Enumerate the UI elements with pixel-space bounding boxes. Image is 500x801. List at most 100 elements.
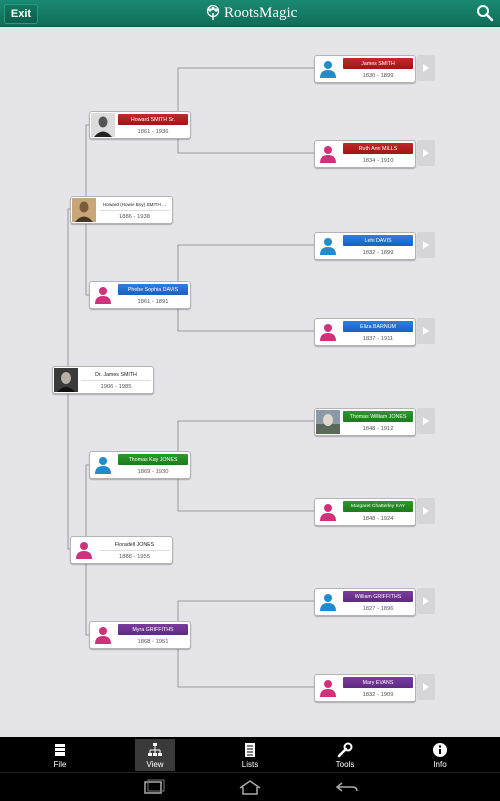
app-header: Exit RootsMagic bbox=[0, 0, 500, 27]
person-card-maternal-grandfather[interactable]: Thomas Kay JONES 1869 - 1930 bbox=[89, 451, 191, 479]
person-card-great-grandparent[interactable]: Lehi DAVIS 1832 - 1899 bbox=[314, 232, 416, 260]
person-card-great-grandparent[interactable]: William GRIFFITHS 1827 - 1896 bbox=[314, 588, 416, 616]
person-dates: 1869 - 1930 bbox=[137, 468, 169, 475]
person-name: Thomas Kay JONES bbox=[118, 454, 188, 465]
info-icon bbox=[433, 743, 447, 757]
person-card-mother[interactable]: Floradell JONES 1888 - 1955 bbox=[70, 536, 173, 564]
system-nav-bar bbox=[0, 772, 500, 801]
expand-ancestors-button[interactable] bbox=[417, 408, 435, 434]
tab-info[interactable]: Info bbox=[420, 739, 460, 771]
home-icon[interactable] bbox=[237, 779, 263, 795]
person-card-paternal-grandfather[interactable]: Howard SMITH Sr. 1861 - 1936 bbox=[89, 111, 191, 139]
male-silhouette-icon bbox=[91, 453, 115, 477]
recent-apps-icon[interactable] bbox=[140, 779, 166, 795]
female-silhouette-icon bbox=[316, 142, 340, 166]
person-name: William GRIFFITHS bbox=[343, 591, 413, 602]
expand-ancestors-button[interactable] bbox=[417, 318, 435, 344]
person-card-maternal-grandmother[interactable]: Myra GRIFFITHS 1868 - 1951 bbox=[89, 621, 191, 649]
person-dates: 1848 - 1924 bbox=[362, 515, 394, 522]
chevron-right-icon bbox=[423, 597, 429, 605]
file-icon bbox=[55, 744, 65, 756]
person-photo bbox=[54, 368, 78, 392]
person-card-great-grandparent[interactable]: Thomas William JONES 1848 - 1912 bbox=[314, 408, 416, 436]
person-dates: 1886 - 1938 bbox=[119, 213, 150, 220]
person-dates: 1848 - 1912 bbox=[362, 425, 394, 432]
chevron-right-icon bbox=[423, 507, 429, 515]
bottom-tab-bar: File View Lists Tools Info bbox=[0, 737, 500, 772]
person-photo bbox=[91, 113, 115, 137]
person-name: Mary EVANS bbox=[343, 677, 413, 688]
person-dates: 1827 - 1896 bbox=[362, 605, 394, 612]
person-dates: 1830 - 1899 bbox=[362, 72, 394, 79]
expand-ancestors-button[interactable] bbox=[417, 140, 435, 166]
person-name: James SMITH bbox=[343, 58, 413, 69]
person-card-great-grandparent[interactable]: Mary EVANS 1832 - 1909 bbox=[314, 674, 416, 702]
chevron-right-icon bbox=[423, 327, 429, 335]
person-dates: 1832 - 1909 bbox=[362, 691, 394, 698]
person-dates: 1837 - 1911 bbox=[362, 335, 394, 342]
expand-ancestors-button[interactable] bbox=[417, 55, 435, 81]
female-silhouette-icon bbox=[316, 500, 340, 524]
tree-logo-icon bbox=[206, 5, 220, 20]
expand-ancestors-button[interactable] bbox=[417, 674, 435, 700]
person-name: Margaret Chatterley KAY bbox=[343, 501, 413, 512]
person-photo bbox=[316, 410, 340, 434]
male-silhouette-icon bbox=[316, 590, 340, 614]
person-card-paternal-grandmother[interactable]: Phebe Sophia DAVIS 1861 - 1891 bbox=[89, 281, 191, 309]
female-silhouette-icon bbox=[91, 623, 115, 647]
tab-label: Tools bbox=[335, 760, 355, 769]
person-name: Phebe Sophia DAVIS bbox=[118, 284, 188, 295]
person-dates: 1861 - 1936 bbox=[137, 128, 169, 135]
person-dates: 1832 - 1899 bbox=[362, 249, 394, 256]
tab-label: View bbox=[146, 760, 164, 769]
expand-ancestors-button[interactable] bbox=[417, 588, 435, 614]
tab-view[interactable]: View bbox=[135, 739, 175, 771]
tab-file[interactable]: File bbox=[40, 739, 80, 771]
app-logo: RootsMagic bbox=[205, 3, 297, 23]
female-silhouette-icon bbox=[72, 538, 96, 562]
person-name: Ruth Ann MILLS bbox=[343, 143, 413, 154]
person-card-root[interactable]: Dr. James SMITH 1906 - 1985 bbox=[52, 366, 154, 394]
person-dates: 1834 - 1910 bbox=[362, 157, 394, 164]
person-card-father[interactable]: Howard (Howie Boy) SMITH ... 1886 - 1938 bbox=[70, 196, 173, 224]
chevron-right-icon bbox=[423, 417, 429, 425]
tab-tools[interactable]: Tools bbox=[325, 739, 365, 771]
chevron-right-icon bbox=[423, 241, 429, 249]
pedigree-icon bbox=[148, 743, 162, 756]
person-card-great-grandparent[interactable]: James SMITH 1830 - 1899 bbox=[314, 55, 416, 83]
person-name: Floradell JONES bbox=[99, 539, 170, 551]
pedigree-chart: Dr. James SMITH 1906 - 1985 Howard (Howi… bbox=[0, 27, 500, 737]
person-dates: 1868 - 1951 bbox=[137, 638, 169, 645]
person-dates: 1906 - 1985 bbox=[100, 383, 132, 390]
person-card-great-grandparent[interactable]: Ruth Ann MILLS 1834 - 1910 bbox=[314, 140, 416, 168]
person-dates: 1861 - 1891 bbox=[137, 298, 169, 305]
person-card-great-grandparent[interactable]: Margaret Chatterley KAY 1848 - 1924 bbox=[314, 498, 416, 526]
back-icon[interactable] bbox=[334, 779, 360, 795]
chevron-right-icon bbox=[423, 64, 429, 72]
exit-button[interactable]: Exit bbox=[4, 4, 38, 24]
person-photo bbox=[72, 198, 96, 222]
person-name: Myra GRIFFITHS bbox=[118, 624, 188, 635]
chevron-right-icon bbox=[423, 683, 429, 691]
female-silhouette-icon bbox=[316, 676, 340, 700]
person-name: Dr. James SMITH bbox=[81, 369, 151, 381]
female-silhouette-icon bbox=[316, 320, 340, 344]
search-icon[interactable] bbox=[476, 4, 494, 22]
tab-label: File bbox=[53, 760, 67, 769]
expand-ancestors-button[interactable] bbox=[417, 232, 435, 258]
person-name: Lehi DAVIS bbox=[343, 235, 413, 246]
person-name: Howard (Howie Boy) SMITH ... bbox=[99, 199, 170, 211]
person-name: Thomas William JONES bbox=[343, 411, 413, 422]
male-silhouette-icon bbox=[316, 57, 340, 81]
male-silhouette-icon bbox=[316, 234, 340, 258]
tab-lists[interactable]: Lists bbox=[230, 739, 270, 771]
tab-label: Info bbox=[433, 760, 447, 769]
person-dates: 1888 - 1955 bbox=[119, 553, 150, 560]
person-name: Howard SMITH Sr. bbox=[118, 114, 188, 125]
tab-label: Lists bbox=[241, 760, 259, 769]
person-name: Eliza BARNUM bbox=[343, 321, 413, 332]
app-title: RootsMagic bbox=[224, 4, 298, 21]
list-icon bbox=[245, 743, 255, 757]
person-card-great-grandparent[interactable]: Eliza BARNUM 1837 - 1911 bbox=[314, 318, 416, 346]
expand-ancestors-button[interactable] bbox=[417, 498, 435, 524]
